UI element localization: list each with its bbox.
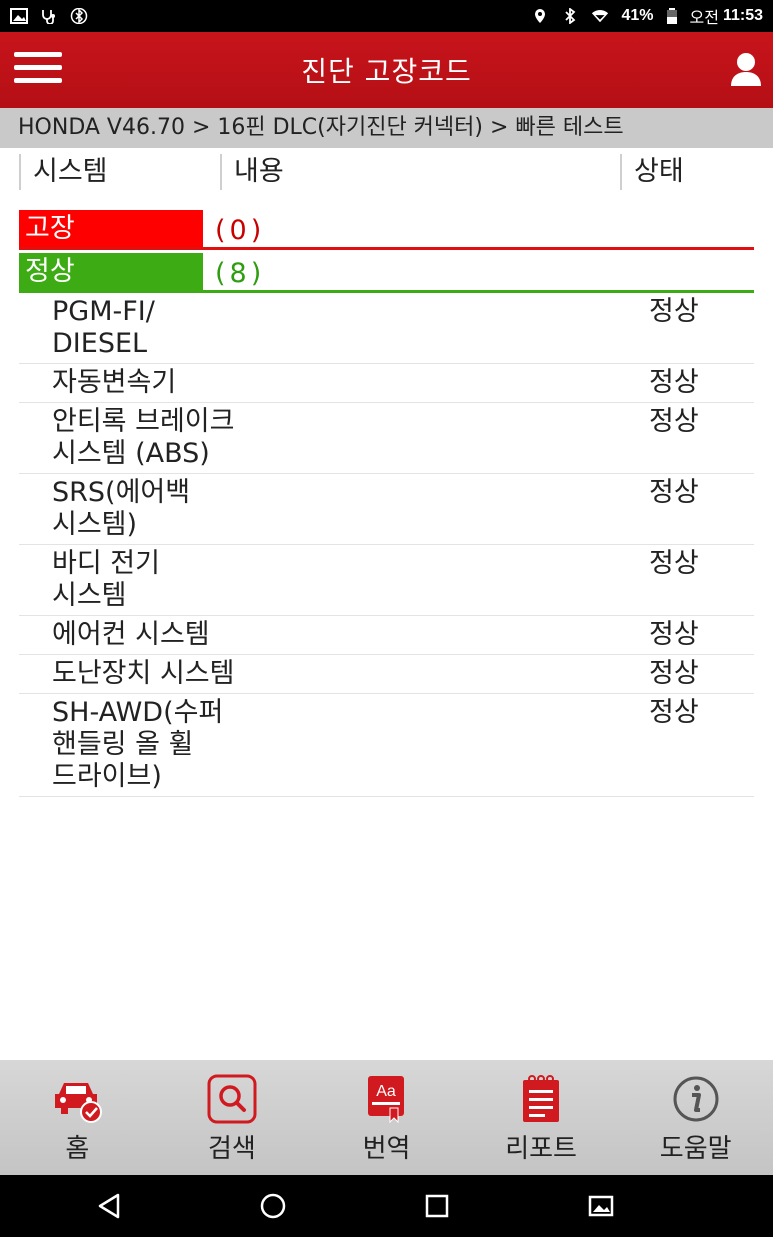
hamburger-menu-icon[interactable] [14, 52, 62, 88]
list-item[interactable]: 안티록 브레이크 시스템 (ABS) 정상 [19, 403, 754, 474]
list-item[interactable]: SH-AWD(수퍼 핸들링 올 휠 드라이브) 정상 [19, 694, 754, 797]
report-notepad-icon [523, 1075, 560, 1122]
wifi-icon [592, 10, 609, 23]
system-status: 정상 [649, 658, 699, 689]
normal-group-count: (8) [215, 258, 266, 289]
system-status: 정상 [649, 367, 699, 398]
page-title: 진단 고장코드 [301, 55, 472, 88]
column-header-system: 시스템 [19, 154, 108, 190]
system-status: 정상 [649, 406, 699, 437]
fault-group-label: 고장 [19, 210, 203, 248]
recents-square-icon[interactable] [421, 1190, 453, 1222]
nav-translate-button[interactable]: Aa 번역 [309, 1060, 464, 1175]
home-circle-icon[interactable] [257, 1190, 289, 1222]
fault-group-divider [19, 247, 754, 250]
system-name: SRS(에어백 시스템) [52, 477, 191, 540]
nav-help-button[interactable]: 도움말 [618, 1060, 773, 1175]
list-item[interactable]: 도난장치 시스템 정상 [19, 655, 754, 694]
bluetooth-icon [70, 8, 88, 24]
battery-icon [666, 8, 677, 24]
nav-search-label: 검색 [207, 1134, 256, 1164]
fault-group-header[interactable]: 고장 (0) [19, 210, 754, 250]
translate-book-icon: Aa [368, 1076, 405, 1124]
status-bar: 41% 오전 11:53 [0, 0, 773, 32]
system-name: 자동변속기 [52, 367, 177, 398]
nav-home-label: 홈 [65, 1134, 90, 1164]
nav-search-button[interactable]: 검색 [155, 1060, 310, 1175]
app-header: 진단 고장코드 [0, 32, 773, 108]
bottom-nav: 홈 검색 Aa 번역 리포트 도움말 [0, 1060, 773, 1175]
time-period: 오전 [689, 10, 719, 27]
search-icon [207, 1074, 257, 1124]
car-check-icon [55, 1083, 103, 1123]
nav-home-button[interactable]: 홈 [0, 1060, 155, 1175]
column-header-status: 상태 [620, 154, 684, 190]
nav-help-label: 도움말 [659, 1134, 732, 1164]
normal-group-label: 정상 [19, 253, 203, 291]
list-item[interactable]: SRS(에어백 시스템) 정상 [19, 474, 754, 545]
stethoscope-icon [42, 10, 55, 24]
user-icon[interactable] [729, 50, 763, 90]
column-header-content: 내용 [220, 154, 284, 190]
clock: 11:53 [722, 7, 763, 24]
nav-report-label: 리포트 [505, 1134, 577, 1164]
normal-group-header[interactable]: 정상 (8) [19, 253, 754, 293]
system-status: 정상 [649, 477, 699, 508]
system-name: 에어컨 시스템 [52, 619, 210, 650]
nav-translate-label: 번역 [362, 1134, 411, 1164]
info-icon [673, 1076, 719, 1122]
list-item[interactable]: PGM-FI/ DIESEL 정상 [19, 293, 754, 364]
nav-report-button[interactable]: 리포트 [464, 1060, 619, 1175]
list-item[interactable]: 바디 전기 시스템 정상 [19, 545, 754, 616]
system-name: 바디 전기 시스템 [52, 548, 160, 611]
breadcrumb: HONDA V46.70 > 16핀 DLC(자기진단 커넥터) > 빠른 테스… [0, 108, 773, 148]
system-status: 정상 [649, 619, 699, 650]
list-item[interactable]: 에어컨 시스템 정상 [19, 616, 754, 655]
image-icon [10, 8, 28, 24]
system-name: 도난장치 시스템 [52, 658, 235, 689]
column-headers: 시스템 내용 상태 [0, 148, 773, 196]
bluetooth-icon [565, 8, 576, 24]
back-icon[interactable] [94, 1190, 126, 1222]
system-status: 정상 [649, 296, 699, 327]
system-status: 정상 [649, 548, 699, 579]
battery-percent: 41% [621, 7, 654, 24]
list-item[interactable]: 자동변속기 정상 [19, 364, 754, 403]
svg-text:Aa: Aa [377, 1083, 397, 1100]
system-name: SH-AWD(수퍼 핸들링 올 휠 드라이브) [52, 697, 224, 792]
fault-group-count: (0) [215, 215, 266, 246]
system-name: PGM-FI/ DIESEL [52, 296, 155, 359]
system-navigation-bar [0, 1175, 773, 1237]
location-icon [535, 9, 546, 23]
system-list: PGM-FI/ DIESEL 정상 자동변속기 정상 안티록 브레이크 시스템 … [19, 293, 754, 797]
system-status: 정상 [649, 697, 699, 728]
system-name: 안티록 브레이크 시스템 (ABS) [52, 406, 235, 469]
image-icon[interactable] [585, 1190, 617, 1222]
